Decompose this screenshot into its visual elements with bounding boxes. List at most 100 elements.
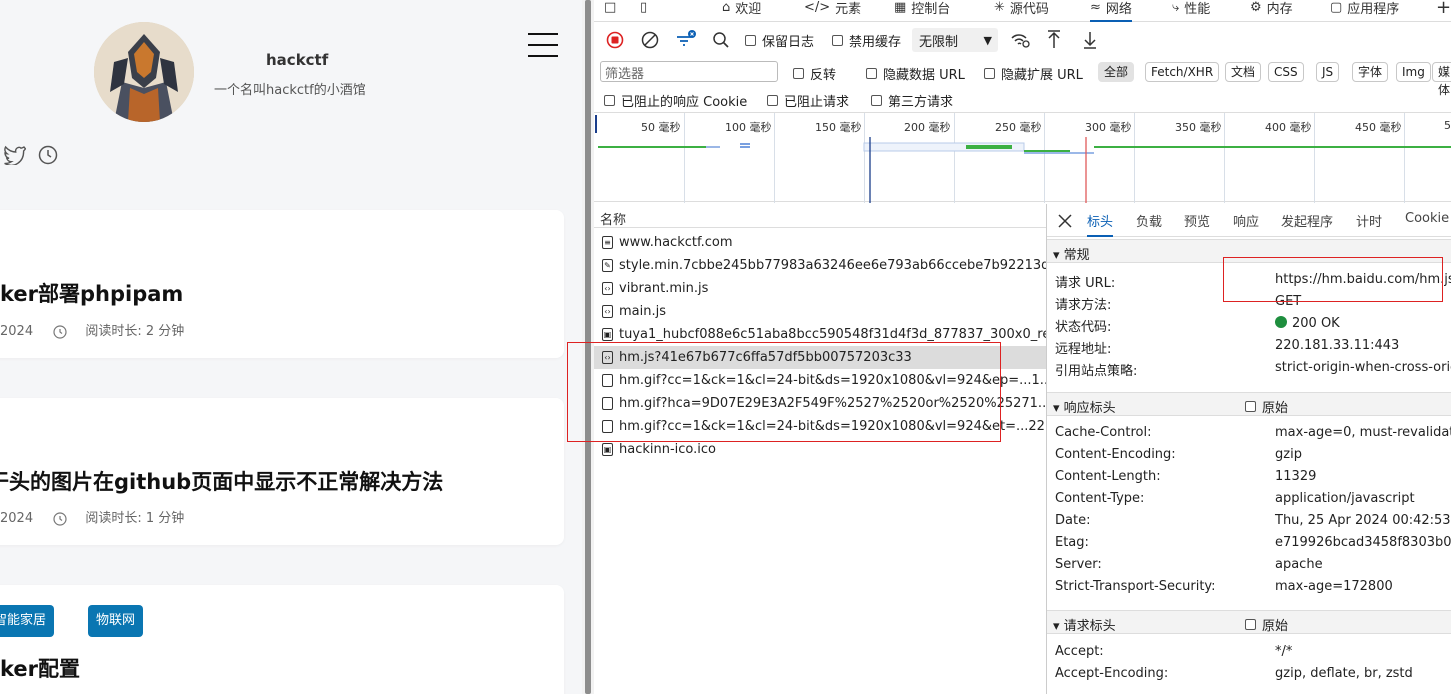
clear-icon[interactable] — [641, 31, 659, 49]
devtools-tab-bar: □ ▯ ⌂ 欢迎 </> 元素 ▦ 控制台 ✳ 源代码 ≈ 网络 ⤷ 性能 ⚙ 内存 ▢ 应用程… — [594, 0, 1451, 22]
request-row[interactable]: hm.gif?cc=1&ck=1&cl=24-bit&ds=1920x1080&… — [594, 415, 1046, 438]
add-tab-icon[interactable]: + — [1436, 0, 1451, 20]
request-row[interactable]: hm.gif?cc=1&ck=1&cl=24-bit&ds=1920x1080&… — [594, 369, 1046, 392]
filter-type-img[interactable]: Img — [1396, 62, 1431, 82]
request-row[interactable]: ‹› vibrant.min.js — [594, 277, 1046, 300]
close-icon[interactable] — [1058, 214, 1072, 228]
chevron-down-icon: ▼ — [983, 33, 992, 47]
response-headers-section-header[interactable]: ▾ 响应标头 原始 — [1047, 392, 1451, 416]
inspect-icon[interactable]: □ — [604, 0, 616, 20]
raw-checkbox[interactable]: 原始 — [1245, 615, 1288, 634]
filter-type-media[interactable]: 媒体 — [1432, 62, 1451, 97]
hide-data-urls-checkbox[interactable]: 隐藏数据 URL — [866, 64, 965, 83]
general-section-header[interactable]: ▾ 常规 — [1047, 239, 1451, 263]
clock-icon[interactable] — [38, 145, 58, 165]
request-headers-section-header[interactable]: ▾ 请求标头 原始 — [1047, 610, 1451, 634]
post-title[interactable]: ker部署phpipam — [0, 278, 183, 308]
site-name[interactable]: hackctf — [266, 51, 328, 69]
filter-icon[interactable] — [675, 29, 697, 49]
tab-initiator[interactable]: 发起程序 — [1281, 211, 1333, 230]
checkbox[interactable] — [984, 68, 995, 79]
filter-type-font[interactable]: 字体 — [1352, 62, 1389, 82]
tab-network[interactable]: ≈ 网络 — [1090, 0, 1132, 22]
filter-input[interactable]: 筛选器 — [600, 61, 778, 82]
post-card[interactable]: 智能家居 物联网 ker配置 — [0, 585, 564, 694]
tab-cookies[interactable]: Cookie — [1405, 211, 1449, 226]
code-icon: </> — [804, 0, 831, 15]
checkbox[interactable] — [604, 95, 615, 106]
read-time: 阅读时长: 1 分钟 — [85, 511, 185, 526]
tab-memory[interactable]: ⚙ 内存 — [1250, 0, 1293, 20]
file-icon — [602, 420, 613, 433]
tab-application[interactable]: ▢ 应用程序 — [1330, 0, 1399, 20]
filter-type-doc[interactable]: 文档 — [1225, 62, 1262, 82]
tab-welcome[interactable]: ⌂ 欢迎 — [722, 0, 761, 20]
tab-response[interactable]: 响应 — [1233, 211, 1259, 230]
wifi-icon: ≈ — [1090, 0, 1101, 15]
filter-type-all[interactable]: 全部 — [1098, 62, 1135, 82]
clock-icon — [53, 511, 67, 526]
third-party-checkbox[interactable]: 第三方请求 — [871, 91, 953, 110]
request-row[interactable]: ‹› main.js — [594, 300, 1046, 323]
header-row: Accept: */* — [1055, 644, 1293, 659]
name-column-header[interactable]: 名称 — [594, 204, 1046, 228]
post-tag[interactable]: 物联网 — [88, 605, 144, 637]
menu-icon[interactable] — [528, 32, 558, 57]
checkbox[interactable] — [767, 95, 778, 106]
tab-sources[interactable]: ✳ 源代码 — [994, 0, 1049, 20]
search-icon[interactable] — [712, 31, 730, 49]
post-meta: 2024 阅读时长: 2 分钟 — [0, 320, 184, 339]
request-row[interactable]: hm.gif?hca=9D07E29E3A2F549F%2527%2520or%… — [594, 392, 1046, 415]
record-stop-icon[interactable] — [606, 31, 624, 49]
header-row: Strict-Transport-Security: max-age=172800 — [1055, 579, 1393, 594]
scrollbar-thumb[interactable] — [585, 0, 591, 694]
post-tag[interactable]: 智能家居 — [0, 605, 55, 637]
tab-timing[interactable]: 计时 — [1356, 211, 1382, 230]
tab-payload[interactable]: 负载 — [1136, 211, 1162, 230]
request-row[interactable]: ▣ tuya1_hubcf088e6c51aba8bcc590548f31d4f3… — [594, 323, 1046, 346]
post-card[interactable]: ker部署phpipam 2024 阅读时长: 2 分钟 — [0, 210, 564, 358]
avatar[interactable] — [94, 22, 194, 122]
checkbox[interactable] — [866, 68, 877, 79]
scrollbar[interactable] — [582, 0, 594, 694]
checkbox[interactable] — [745, 35, 756, 46]
export-har-icon[interactable] — [1082, 30, 1098, 50]
tab-headers[interactable]: 标头 — [1087, 211, 1114, 237]
preserve-log-checkbox[interactable]: 保留日志 — [745, 31, 814, 50]
post-meta: 2024 阅读时长: 1 分钟 — [0, 507, 184, 526]
script-icon: ‹› — [602, 351, 613, 364]
blocked-cookies-checkbox[interactable]: 已阻止的响应 Cookie — [604, 91, 747, 110]
timeline-overview[interactable]: 50 毫秒 100 毫秒 150 毫秒 200 毫秒 250 毫秒 300 毫秒… — [594, 112, 1451, 203]
twitter-icon[interactable] — [2, 145, 26, 165]
checkbox[interactable] — [871, 95, 882, 106]
blocked-requests-checkbox[interactable]: 已阻止请求 — [767, 91, 849, 110]
request-row[interactable]: ✎ style.min.7cbbe245bb77983a63246ee6e793a… — [594, 254, 1046, 277]
checkbox[interactable] — [793, 68, 804, 79]
header-row: 远程地址: 220.181.33.11:443 — [1055, 338, 1400, 357]
invert-checkbox[interactable]: 反转 — [793, 64, 836, 83]
tab-preview[interactable]: 预览 — [1184, 211, 1210, 230]
disable-cache-checkbox[interactable]: 禁用缓存 — [832, 31, 901, 50]
throttle-select[interactable]: 无限制 ▼ — [912, 28, 998, 52]
post-title[interactable]: ker配置 — [0, 653, 80, 683]
device-icon[interactable]: ▯ — [640, 0, 647, 20]
tab-console[interactable]: ▦ 控制台 — [894, 0, 950, 20]
post-title[interactable]: 干头的图片在github页面中显示不正常解决方法 — [0, 466, 443, 496]
post-card[interactable]: 干头的图片在github页面中显示不正常解决方法 2024 阅读时长: 1 分钟 — [0, 398, 564, 545]
raw-checkbox[interactable]: 原始 — [1245, 397, 1288, 416]
read-time: 阅读时长: 2 分钟 — [85, 324, 185, 339]
request-row-selected[interactable]: ‹› hm.js?41e67b677c6ffa57df5bb00757203c33 — [594, 346, 1046, 369]
filter-type-css[interactable]: CSS — [1268, 62, 1304, 82]
filter-type-js[interactable]: JS — [1316, 62, 1340, 82]
checkbox[interactable] — [1245, 619, 1256, 630]
checkbox[interactable] — [1245, 401, 1256, 412]
import-har-icon[interactable] — [1046, 30, 1062, 50]
checkbox[interactable] — [832, 35, 843, 46]
tab-performance[interactable]: ⤷ 性能 — [1172, 0, 1210, 20]
network-conditions-icon[interactable] — [1010, 31, 1030, 49]
filter-type-fetch[interactable]: Fetch/XHR — [1145, 62, 1220, 82]
hide-extension-urls-checkbox[interactable]: 隐藏扩展 URL — [984, 64, 1083, 83]
tab-elements[interactable]: </> 元素 — [804, 0, 861, 20]
request-row[interactable]: ≡ www.hackctf.com — [594, 231, 1046, 254]
request-row[interactable]: ▣ hackinn-ico.ico — [594, 438, 1046, 461]
